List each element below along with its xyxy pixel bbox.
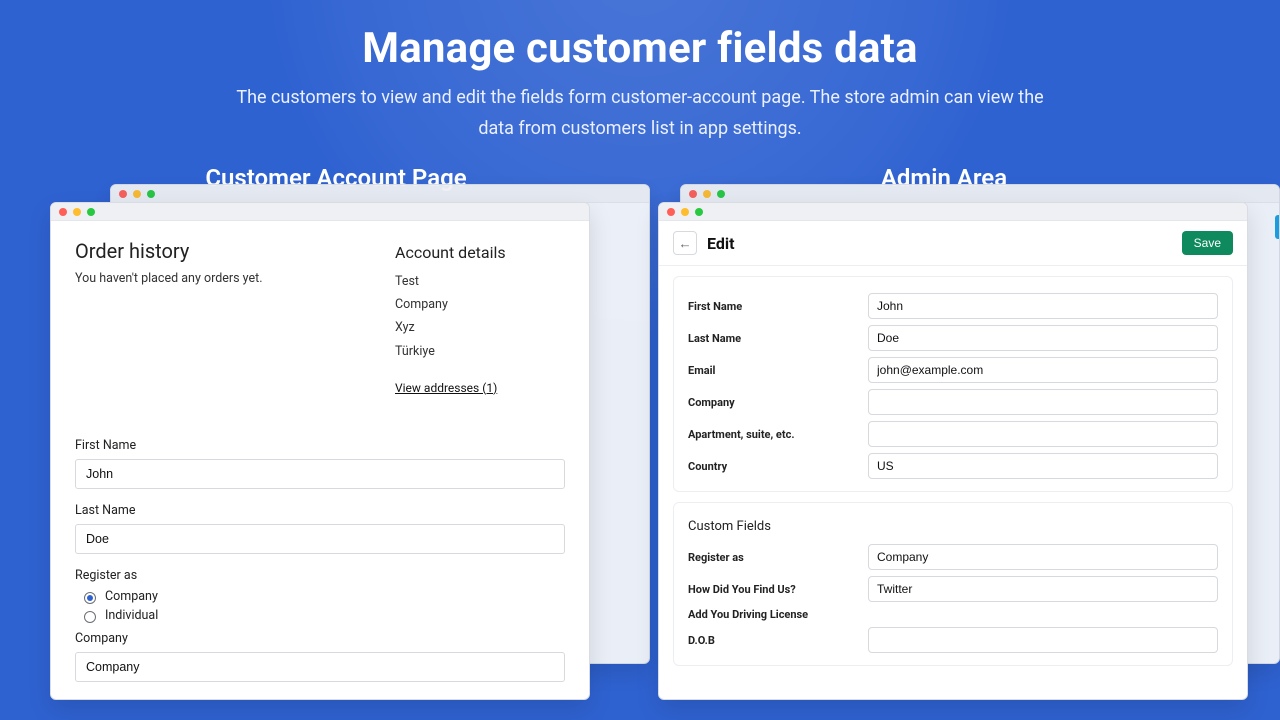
custom-fields-title: Custom Fields — [688, 519, 1218, 534]
field-label: Company — [688, 396, 858, 409]
register-company-radio[interactable] — [84, 592, 96, 604]
field-label: Country — [688, 460, 858, 473]
order-history-empty: You haven't placed any orders yet. — [75, 271, 375, 286]
field-label: Add You Driving License — [688, 608, 858, 621]
last-name-input[interactable] — [868, 325, 1218, 351]
country-input[interactable] — [868, 453, 1218, 479]
max-dot-icon — [87, 208, 95, 216]
customer-form: First Name Last Name Register as Company — [75, 416, 565, 696]
account-details-section: Account details Test Company Xyz Türkiye… — [395, 237, 565, 396]
find-us-input[interactable] — [868, 576, 1218, 602]
field-label: Last Name — [688, 332, 858, 345]
min-dot-icon — [73, 208, 81, 216]
apartment-input[interactable] — [868, 421, 1218, 447]
page-title: Manage customer fields data — [40, 24, 1240, 73]
arrow-left-icon: ← — [678, 236, 691, 251]
close-dot-icon — [59, 208, 67, 216]
field-label: Register as — [688, 551, 858, 564]
register-as-input[interactable] — [868, 544, 1218, 570]
save-button[interactable]: Save — [1182, 231, 1233, 255]
view-addresses-link[interactable]: View addresses (1) — [395, 381, 497, 395]
window-chrome — [51, 203, 589, 221]
admin-header: ← Edit Save — [659, 221, 1247, 266]
window-chrome — [659, 203, 1247, 221]
account-details-title: Account details — [395, 243, 565, 262]
admin-custom-card: Custom Fields Register as How Did You Fi… — [673, 502, 1233, 666]
max-dot-icon — [695, 208, 703, 216]
register-company-option: Company — [105, 589, 158, 604]
dob-input[interactable] — [868, 627, 1218, 653]
min-dot-icon — [681, 208, 689, 216]
register-as-label: Register as — [75, 568, 565, 583]
register-individual-radio[interactable] — [84, 611, 96, 623]
field-label: D.O.B — [688, 634, 858, 647]
close-dot-icon — [667, 208, 675, 216]
account-detail-line: Company — [395, 293, 565, 316]
field-label: Email — [688, 364, 858, 377]
first-name-label: First Name — [75, 438, 565, 453]
company-input[interactable] — [868, 389, 1218, 415]
account-detail-line: Test — [395, 270, 565, 293]
email-input[interactable] — [868, 357, 1218, 383]
field-label: How Did You Find Us? — [688, 583, 858, 596]
company-label: Company — [75, 631, 565, 646]
admin-area-column: Admin Area ← Edit Save First Name Last N… — [658, 160, 1230, 700]
customer-account-column: Customer Account Page Order history You … — [50, 160, 622, 700]
first-name-input[interactable] — [868, 293, 1218, 319]
first-name-input[interactable] — [75, 459, 565, 489]
customer-account-window: Order history You haven't placed any ord… — [50, 202, 590, 700]
register-individual-option: Individual — [105, 608, 158, 623]
page-subtitle: The customers to view and edit the field… — [230, 83, 1050, 144]
last-name-label: Last Name — [75, 503, 565, 518]
field-label: Apartment, suite, etc. — [688, 428, 858, 441]
peek-tab — [1275, 215, 1280, 239]
account-detail-line: Türkiye — [395, 340, 565, 363]
company-input[interactable] — [75, 652, 565, 682]
admin-basic-card: First Name Last Name Email Company Apart… — [673, 276, 1233, 492]
last-name-input[interactable] — [75, 524, 565, 554]
back-button[interactable]: ← — [673, 231, 697, 255]
admin-edit-title: Edit — [707, 234, 735, 253]
order-history-section: Order history You haven't placed any ord… — [75, 237, 375, 396]
order-history-title: Order history — [75, 239, 375, 263]
admin-window: ← Edit Save First Name Last Name Email C… — [658, 202, 1248, 700]
field-label: First Name — [688, 300, 858, 313]
account-detail-line: Xyz — [395, 316, 565, 339]
hero: Manage customer fields data The customer… — [0, 0, 1280, 150]
